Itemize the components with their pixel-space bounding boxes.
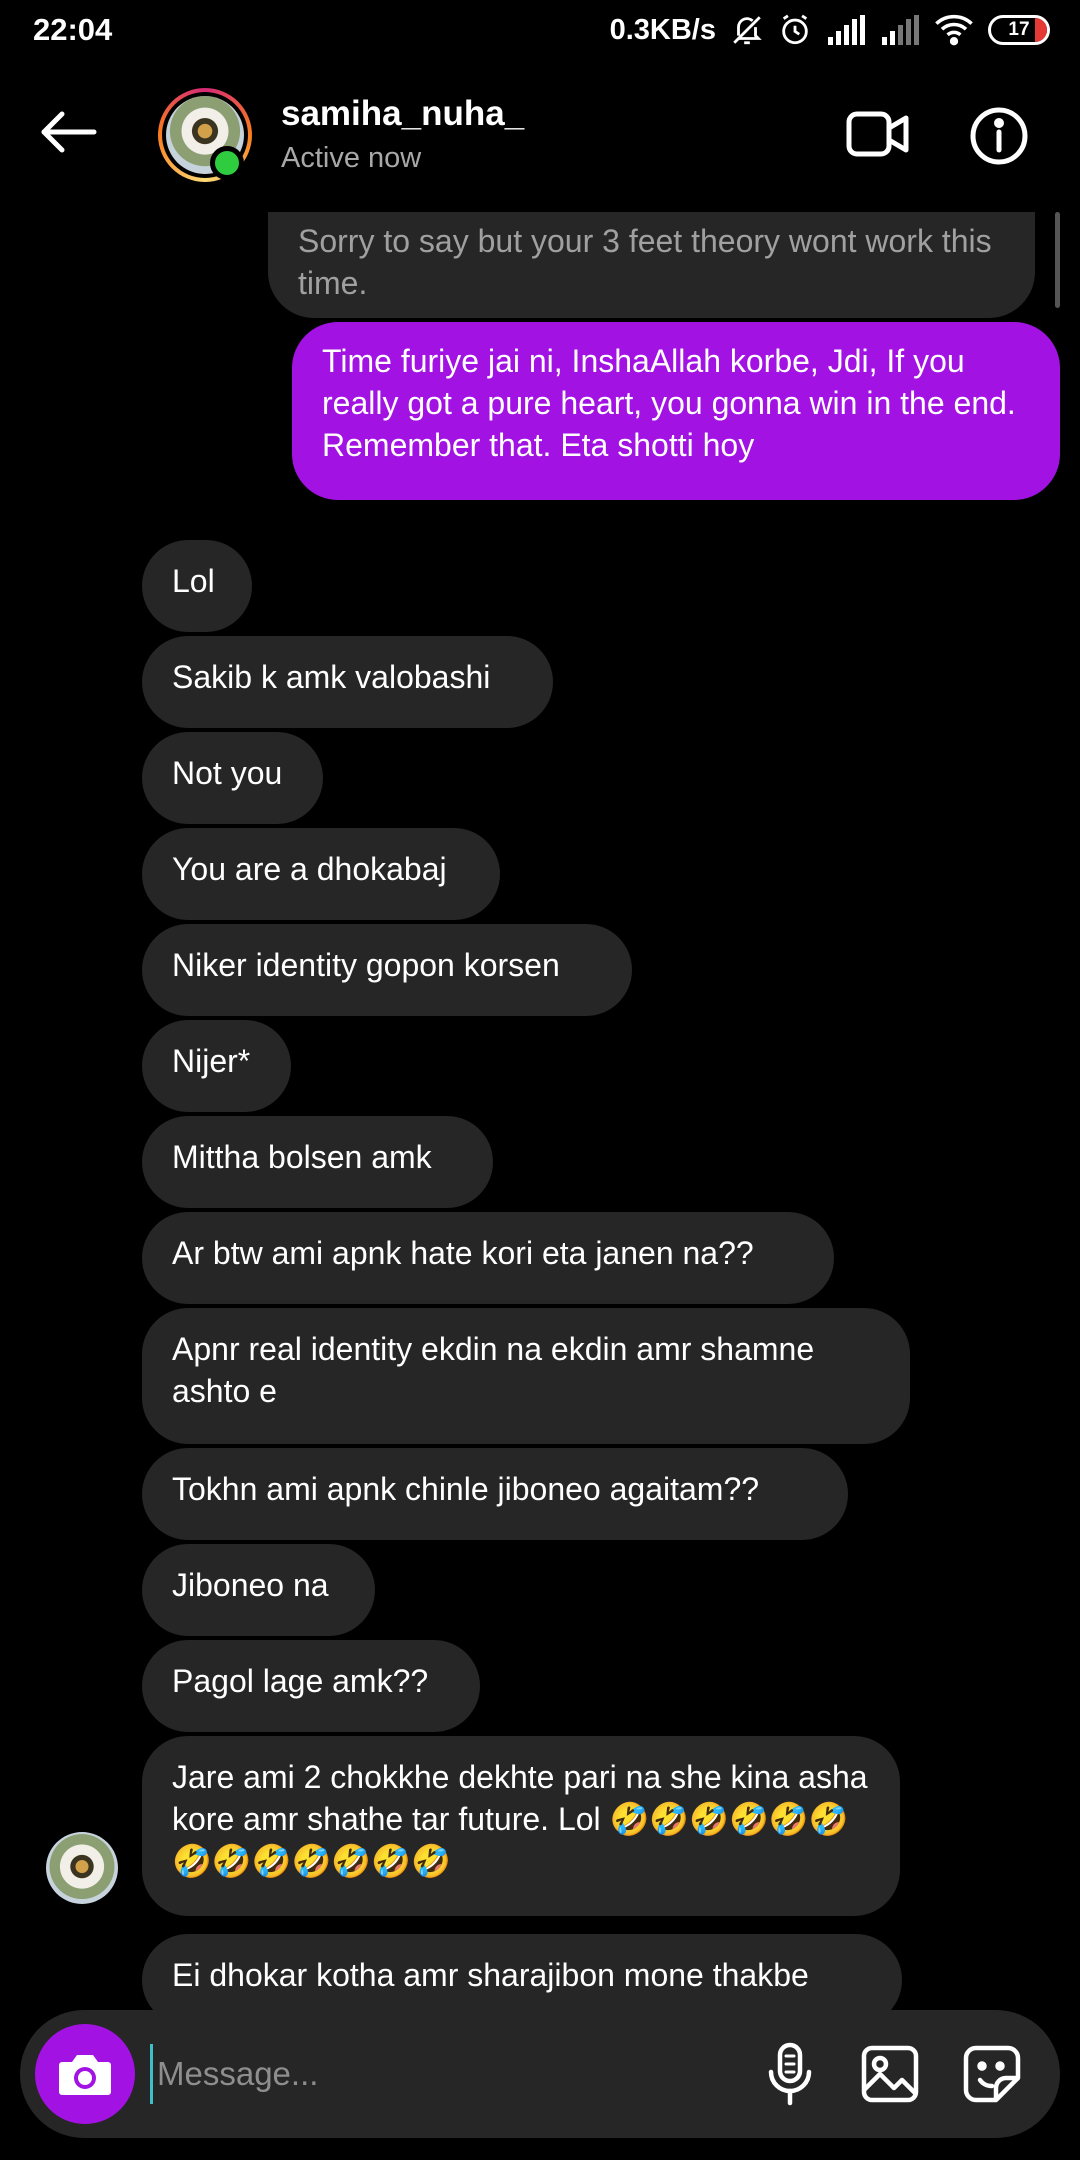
- camera-button[interactable]: [35, 2024, 135, 2124]
- incoming-message[interactable]: Nijer*: [142, 1020, 291, 1112]
- signal-icon: [826, 15, 866, 45]
- mute-icon: [730, 13, 764, 47]
- wifi-icon: [934, 14, 974, 46]
- incoming-message[interactable]: Niker identity gopon korsen: [142, 924, 632, 1016]
- camera-icon: [59, 2055, 111, 2095]
- status-bar: 22:04 0.3KB/s 17: [0, 0, 1080, 62]
- incoming-message[interactable]: Not you: [142, 732, 323, 824]
- dm-screen: 22:04 0.3KB/s 17 samiha_nuha_ Active now…: [0, 0, 1080, 2160]
- gallery-button[interactable]: [858, 2042, 922, 2106]
- battery-icon: 17: [988, 15, 1050, 45]
- sender-avatar[interactable]: [46, 1832, 118, 1904]
- incoming-message[interactable]: Ar btw ami apnk hate kori eta janen na??: [142, 1212, 834, 1304]
- video-call-button[interactable]: [846, 108, 910, 160]
- info-button[interactable]: [969, 106, 1029, 166]
- message-list[interactable]: Sorry to say but your 3 feet theory wont…: [0, 212, 1080, 2012]
- back-button[interactable]: [36, 108, 100, 156]
- network-speed: 0.3KB/s: [609, 13, 716, 46]
- incoming-message[interactable]: Mittha bolsen amk: [142, 1116, 493, 1208]
- signal-icon: [880, 15, 920, 45]
- gallery-icon: [861, 2045, 919, 2103]
- sticker-button[interactable]: [960, 2042, 1024, 2106]
- incoming-message[interactable]: Pagol lage amk??: [142, 1640, 480, 1732]
- video-call-icon: [846, 111, 909, 157]
- incoming-message[interactable]: Lol: [142, 540, 252, 632]
- message-input[interactable]: [150, 2044, 730, 2104]
- incoming-message[interactable]: You are a dhokabaj: [142, 828, 500, 920]
- microphone-icon: [768, 2042, 812, 2106]
- incoming-message[interactable]: Ei dhokar kotha amr sharajibon mone thak…: [142, 1934, 902, 2012]
- alarm-icon: [778, 13, 812, 47]
- sticker-icon: [963, 2045, 1021, 2103]
- scrollbar[interactable]: [1055, 212, 1060, 308]
- outgoing-message[interactable]: Time furiye jai ni, InshaAllah korbe, Jd…: [292, 322, 1060, 500]
- incoming-message[interactable]: Sakib k amk valobashi: [142, 636, 553, 728]
- online-indicator: [210, 146, 244, 180]
- chat-header: samiha_nuha_ Active now: [0, 62, 1080, 212]
- back-arrow-icon: [41, 111, 97, 153]
- info-icon: [970, 107, 1028, 165]
- voice-message-button[interactable]: [758, 2042, 822, 2106]
- reply-quote-message[interactable]: Sorry to say but your 3 feet theory wont…: [268, 212, 1035, 318]
- incoming-message[interactable]: Tokhn ami apnk chinle jiboneo agaitam??: [142, 1448, 848, 1540]
- incoming-message[interactable]: Apnr real identity ekdin na ekdin amr sh…: [142, 1308, 910, 1444]
- status-time: 22:04: [33, 12, 113, 47]
- message-composer: [20, 2010, 1060, 2138]
- incoming-message[interactable]: Jiboneo na: [142, 1544, 375, 1636]
- status-icons: 0.3KB/s 17: [610, 10, 1050, 50]
- incoming-message[interactable]: Jare ami 2 chokkhe dekhte pari na she ki…: [142, 1736, 900, 1916]
- username[interactable]: samiha_nuha_: [281, 94, 524, 134]
- battery-level: 17: [1008, 19, 1030, 40]
- active-status: Active now: [281, 142, 422, 174]
